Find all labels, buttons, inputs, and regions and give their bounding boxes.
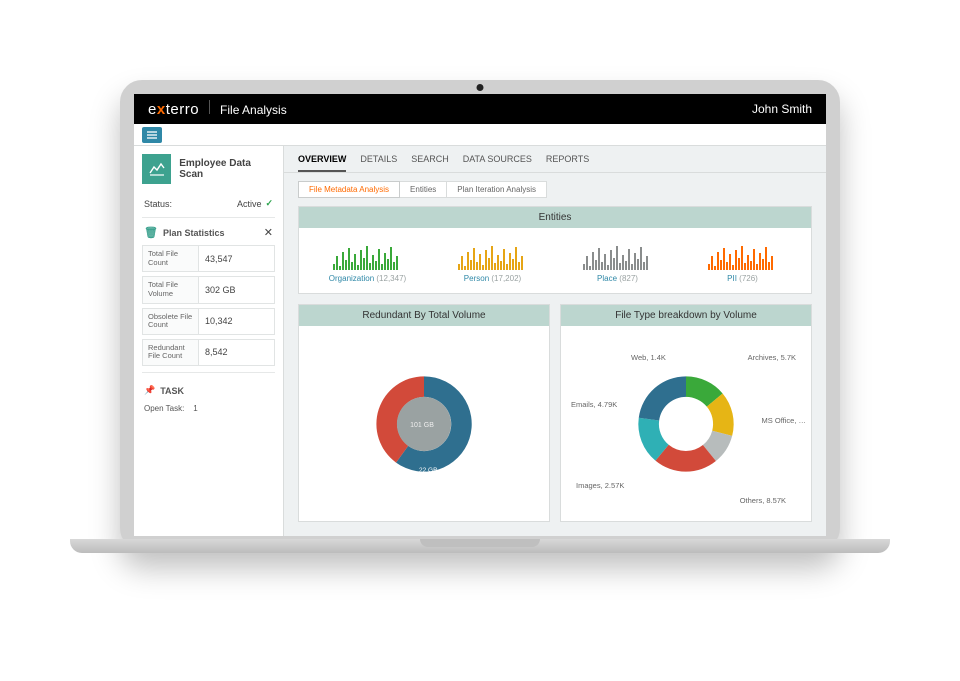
slice-emails (639, 376, 686, 420)
filetype-title: File Type breakdown by Volume (561, 305, 811, 326)
stat-value: 302 GB (199, 277, 274, 302)
camera-icon (477, 84, 484, 91)
subtab-plan-iteration[interactable]: Plan Iteration Analysis (447, 181, 547, 198)
content: Entities Organization (12,347) Person (1… (284, 206, 826, 536)
status-row: Status: Active ✓ (142, 194, 275, 218)
open-task-row: Open Task: 1 (142, 402, 275, 415)
stat-label: Total File Count (143, 246, 199, 271)
stat-label: Redundant File Count (143, 340, 199, 365)
stat-value: 43,547 (199, 246, 274, 271)
list-toggle-button[interactable] (142, 127, 162, 143)
redundant-title: Redundant By Total Volume (299, 305, 549, 326)
entity-label: Place (827) (597, 274, 638, 283)
tab-reports[interactable]: REPORTS (546, 154, 589, 172)
status-value: Active (237, 199, 262, 209)
stat-row: Total File Volume 302 GB (142, 276, 275, 303)
sidebar: Employee Data Scan Status: Active ✓ 🗑 Pl… (134, 146, 284, 536)
status-label: Status: (144, 199, 172, 209)
open-task-label: Open Task: (144, 404, 184, 413)
user-name[interactable]: John Smith (752, 102, 812, 116)
pin-icon: 📌 (144, 385, 155, 396)
subtab-entities[interactable]: Entities (400, 181, 447, 198)
redundant-chart: 79 GB 22 GB 101 GB (299, 326, 549, 521)
stats-icon: 🗑 (144, 226, 158, 239)
entity-label: Person (17,202) (464, 274, 521, 283)
stat-label: Obsolete File Count (143, 309, 199, 334)
entity-label: PII (726) (727, 274, 758, 283)
open-task-value: 1 (193, 404, 197, 413)
filetype-chart: Web, 1.4K Archives, 5.7K MS Office, … Ot… (561, 326, 811, 521)
entity-place[interactable]: Place (827) (555, 236, 680, 283)
stat-label: Total File Volume (143, 277, 199, 302)
subtab-file-metadata[interactable]: File Metadata Analysis (298, 181, 400, 198)
redundant-panel: Redundant By Total Volume 79 GB (298, 304, 550, 522)
entities-title: Entities (299, 207, 811, 228)
bars-icon (458, 236, 528, 270)
filetype-label-web: Web, 1.4K (631, 353, 666, 362)
task-label: TASK (160, 386, 184, 396)
check-icon: ✓ (265, 198, 273, 209)
stat-row: Total File Count 43,547 (142, 245, 275, 272)
filetype-label-images: Images, 2.57K (576, 481, 624, 490)
stats-label: Plan Statistics (163, 228, 225, 238)
bars-icon (333, 236, 403, 270)
laptop-notch (420, 539, 540, 547)
brand-logo: exterro (148, 101, 199, 118)
brand: exterro File Analysis (148, 100, 287, 118)
app-title: File Analysis (220, 103, 287, 117)
entity-pii[interactable]: PII (726) (680, 236, 805, 283)
toolbar (134, 124, 826, 146)
laptop-frame: exterro File Analysis John Smith Employe… (120, 80, 840, 550)
bars-icon (583, 236, 653, 270)
filetype-label-others: Others, 8.57K (740, 496, 786, 505)
tab-data-sources[interactable]: DATA SOURCES (463, 154, 532, 172)
task-header: 📌 TASK (142, 372, 275, 402)
stat-row: Redundant File Count 8,542 (142, 339, 275, 366)
redundant-label-a: 79 GB (349, 416, 369, 423)
redundant-label-b: 22 GB (419, 467, 437, 474)
subtabs: File Metadata Analysis Entities Plan Ite… (284, 173, 826, 206)
main-tabs: OVERVIEW DETAILS SEARCH DATA SOURCES REP… (284, 146, 826, 173)
screen: exterro File Analysis John Smith Employe… (134, 94, 826, 536)
stat-row: Obsolete File Count 10,342 (142, 308, 275, 335)
filetype-label-msoffice: MS Office, … (762, 416, 806, 425)
stat-value: 8,542 (199, 340, 274, 365)
brand-separator (209, 100, 210, 114)
stat-value: 10,342 (199, 309, 274, 334)
tab-overview[interactable]: OVERVIEW (298, 154, 346, 172)
entities-panel: Entities Organization (12,347) Person (1… (298, 206, 812, 294)
tab-details[interactable]: DETAILS (360, 154, 397, 172)
entity-person[interactable]: Person (17,202) (430, 236, 555, 283)
plan-statistics-header: 🗑 Plan Statistics ✕ (142, 218, 275, 245)
plan-header: Employee Data Scan (142, 154, 275, 184)
filetype-label-emails: Emails, 4.79K (571, 400, 617, 409)
brand-suffix: terro (166, 101, 199, 118)
brand-prefix: e (148, 101, 157, 118)
filetype-panel: File Type breakdown by Volume (560, 304, 812, 522)
topbar: exterro File Analysis John Smith (134, 94, 826, 124)
main: OVERVIEW DETAILS SEARCH DATA SOURCES REP… (284, 146, 826, 536)
entity-organization[interactable]: Organization (12,347) (305, 236, 430, 283)
settings-icon[interactable]: ✕ (264, 226, 273, 239)
brand-x: x (157, 101, 166, 118)
plan-chart-icon (142, 154, 171, 184)
entity-label: Organization (12,347) (329, 274, 406, 283)
bars-icon (708, 236, 778, 270)
filetype-label-archives: Archives, 5.7K (748, 353, 796, 362)
plan-title: Employee Data Scan (179, 158, 275, 180)
tab-search[interactable]: SEARCH (411, 154, 449, 172)
